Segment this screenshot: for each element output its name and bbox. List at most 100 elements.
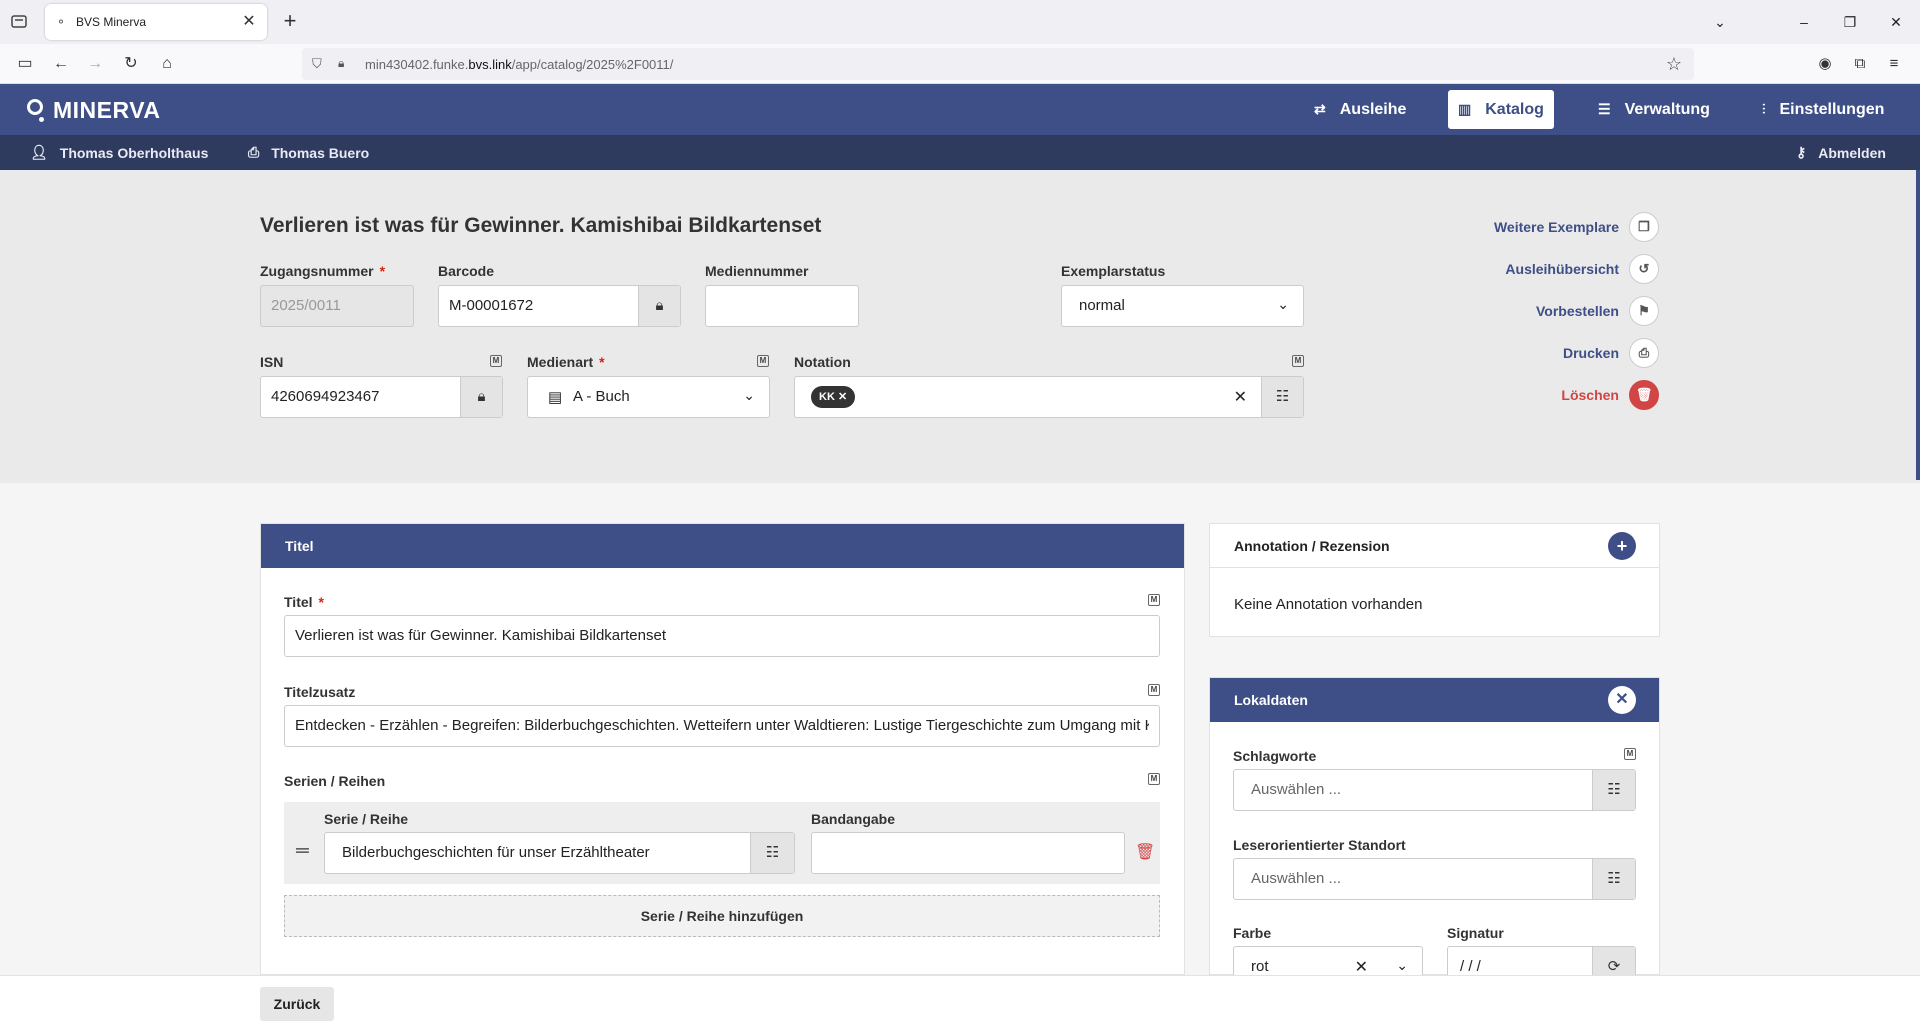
arrows-exchange-icon: ⇄ [1314, 101, 1326, 117]
zugangsnummer-field: 2025/0011 [260, 285, 414, 327]
minimize-icon[interactable]: – [1792, 10, 1816, 34]
marc-icon[interactable]: M [1148, 684, 1160, 696]
url-text[interactable]: min430402.funke.bvs.link/app/catalog/202… [365, 57, 673, 72]
marc-icon[interactable]: M [1292, 355, 1304, 367]
add-annotation-icon[interactable]: + [1608, 532, 1636, 560]
current-user[interactable]: 👤︎ Thomas Oberholthaus [30, 144, 208, 161]
notation-field[interactable]: KK ✕ ✕ ☷ [794, 376, 1304, 418]
clear-icon[interactable]: ✕ [1355, 957, 1368, 977]
serie-input[interactable]: Bilderbuchgeschichten für unser Erzählth… [324, 832, 795, 874]
sidebar-toggle-icon[interactable]: ▭ [12, 52, 38, 76]
browser-navbar: ▭ ← → ↻ ⌂ ⛉ 🔒︎ min430402.funke.bvs.link/… [0, 44, 1920, 84]
address-bar[interactable]: ⛉ 🔒︎ min430402.funke.bvs.link/app/catalo… [302, 48, 1694, 80]
close-tab-icon[interactable]: ✕ [239, 12, 259, 32]
back-button[interactable]: Zurück [260, 987, 334, 1021]
medienart-select[interactable]: ▤ A - Buch ⌄ [527, 376, 770, 418]
marc-icon[interactable]: M [490, 355, 502, 367]
standort-input[interactable]: Auswählen ... ☷ [1233, 858, 1636, 900]
marc-icon[interactable]: M [757, 355, 769, 367]
remove-chip-icon[interactable]: ✕ [838, 391, 847, 403]
marc-icon[interactable]: M [1148, 773, 1160, 785]
close-lokaldaten-icon[interactable]: ✕ [1608, 686, 1636, 714]
lock-icon[interactable]: 🔒︎ [638, 286, 680, 326]
extensions-icon[interactable]: ⧉ [1850, 54, 1870, 74]
vorbestellen-button[interactable]: Vorbestellen ⚑ [1536, 296, 1659, 326]
nav-katalog[interactable]: ▥ Katalog [1448, 90, 1554, 129]
annotation-card: Annotation / Rezension Keine Annotation … [1209, 523, 1660, 637]
user-bar: 👤︎ Thomas Oberholthaus ⎙ Thomas Buero ⚷ … [0, 135, 1920, 170]
titelzusatz-label: Titelzusatz [284, 684, 356, 700]
titel-label: Titel * [284, 594, 324, 610]
annotation-empty-text: Keine Annotation vorhanden [1234, 596, 1423, 613]
drucken-button[interactable]: Drucken ⎙ [1563, 338, 1659, 368]
medienart-label: Medienart * [527, 354, 605, 370]
lock-icon[interactable]: 🔒︎ [460, 377, 502, 417]
logout-button[interactable]: ⚷ Abmelden [1796, 144, 1886, 161]
menu-icon[interactable]: ≡ [1884, 54, 1904, 74]
marc-icon[interactable]: M [1148, 594, 1160, 606]
tab-list-icon[interactable] [10, 12, 30, 32]
tracking-shield-icon[interactable]: ⛉ [312, 56, 328, 72]
chevron-down-icon: ⌄ [743, 387, 755, 403]
tab-overflow-chevron-icon[interactable]: ⌄ [1708, 10, 1732, 34]
bandangabe-label: Bandangabe [811, 811, 896, 827]
marc-icon[interactable]: M [1624, 748, 1636, 760]
new-tab-icon[interactable]: + [279, 10, 301, 32]
restore-icon[interactable]: ❐ [1838, 10, 1862, 34]
library-icon: ▥ [1458, 101, 1472, 117]
annotation-card-header: Annotation / Rezension [1210, 524, 1659, 568]
bandangabe-input[interactable] [811, 832, 1125, 874]
required-marker: * [599, 354, 605, 370]
back-arrow-icon[interactable]: ← [48, 52, 74, 76]
required-marker: * [379, 263, 386, 279]
chevron-down-icon: ⌄ [1396, 957, 1408, 973]
isn-field[interactable]: 4260694923467 🔒︎ [260, 376, 503, 418]
reload-icon[interactable]: ↻ [118, 52, 144, 76]
clear-icon[interactable]: ✕ [1234, 387, 1247, 407]
nav-ausleihe[interactable]: ⇄ Ausleihe [1304, 90, 1416, 129]
schlagworte-input[interactable]: Auswählen ... ☷ [1233, 769, 1636, 811]
bookmark-star-icon[interactable]: ☆ [1666, 54, 1682, 75]
window-close-icon[interactable]: ✕ [1884, 10, 1908, 34]
notation-label: Notation [794, 354, 851, 370]
list-picker-icon[interactable]: ☷ [750, 833, 794, 873]
farbe-label: Farbe [1233, 925, 1272, 941]
browser-tabstrip: ⚬ BVS Minerva ✕ + ⌄ – ❐ ✕ [0, 0, 1920, 44]
delete-series-icon[interactable]: 🗑︎ [1135, 842, 1155, 862]
minerva-logo[interactable]: MINERVA [27, 96, 160, 124]
footer-bar: Zurück [0, 975, 1920, 1032]
list-picker-icon[interactable]: ☷ [1592, 770, 1635, 810]
loeschen-button[interactable]: Löschen 🗑︎ [1561, 380, 1659, 410]
app-header: MINERVA ⇄ Ausleihe ▥ Katalog ☰ Verwaltun… [0, 84, 1920, 135]
sliders-icon: ⫶ [1762, 101, 1766, 117]
required-marker: * [318, 594, 324, 610]
current-workplace[interactable]: ⎙ Thomas Buero [248, 144, 369, 161]
signatur-label: Signatur [1447, 925, 1504, 941]
add-series-button[interactable]: Serie / Reihe hinzufügen [284, 895, 1160, 937]
nav-einstellungen[interactable]: ⫶ Einstellungen [1752, 90, 1894, 129]
mediennummer-label: Mediennummer [705, 263, 809, 279]
copy-icon: ❐ [1629, 212, 1659, 242]
ausleihuebersicht-button[interactable]: Ausleihübersicht ↺ [1505, 254, 1659, 284]
page-scrollbar[interactable] [1916, 170, 1920, 480]
home-icon[interactable]: ⌂ [154, 52, 180, 76]
notation-chip[interactable]: KK ✕ [811, 386, 856, 408]
list-picker-icon[interactable]: ☷ [1592, 859, 1635, 899]
drag-handle-icon[interactable]: ═ [296, 840, 309, 861]
minerva-logo-icon [27, 97, 49, 123]
lock-icon[interactable]: 🔒︎ [338, 56, 352, 72]
list-picker-icon[interactable]: ☷ [1261, 377, 1303, 417]
titel-input[interactable]: Verlieren ist was für Gewinner. Kamishib… [284, 615, 1160, 657]
barcode-label: Barcode [438, 263, 495, 279]
account-icon[interactable]: ◉ [1815, 54, 1835, 74]
nav-verwaltung[interactable]: ☰ Verwaltung [1588, 90, 1720, 129]
lokaldaten-card: Lokaldaten [1209, 677, 1660, 975]
weitere-exemplare-button[interactable]: Weitere Exemplare ❐ [1494, 212, 1659, 242]
exemplarstatus-select[interactable]: normal ⌄ [1061, 285, 1304, 327]
browser-tab[interactable]: ⚬ BVS Minerva ✕ [45, 4, 267, 40]
mediennummer-field[interactable] [705, 285, 859, 327]
barcode-field[interactable]: M-00001672 🔒︎ [438, 285, 681, 327]
standort-label: Leserorientierter Standort [1233, 837, 1406, 853]
forward-arrow-icon[interactable]: → [82, 52, 108, 76]
titelzusatz-input[interactable]: Entdecken - Erzählen - Begreifen: Bilder… [284, 705, 1160, 747]
